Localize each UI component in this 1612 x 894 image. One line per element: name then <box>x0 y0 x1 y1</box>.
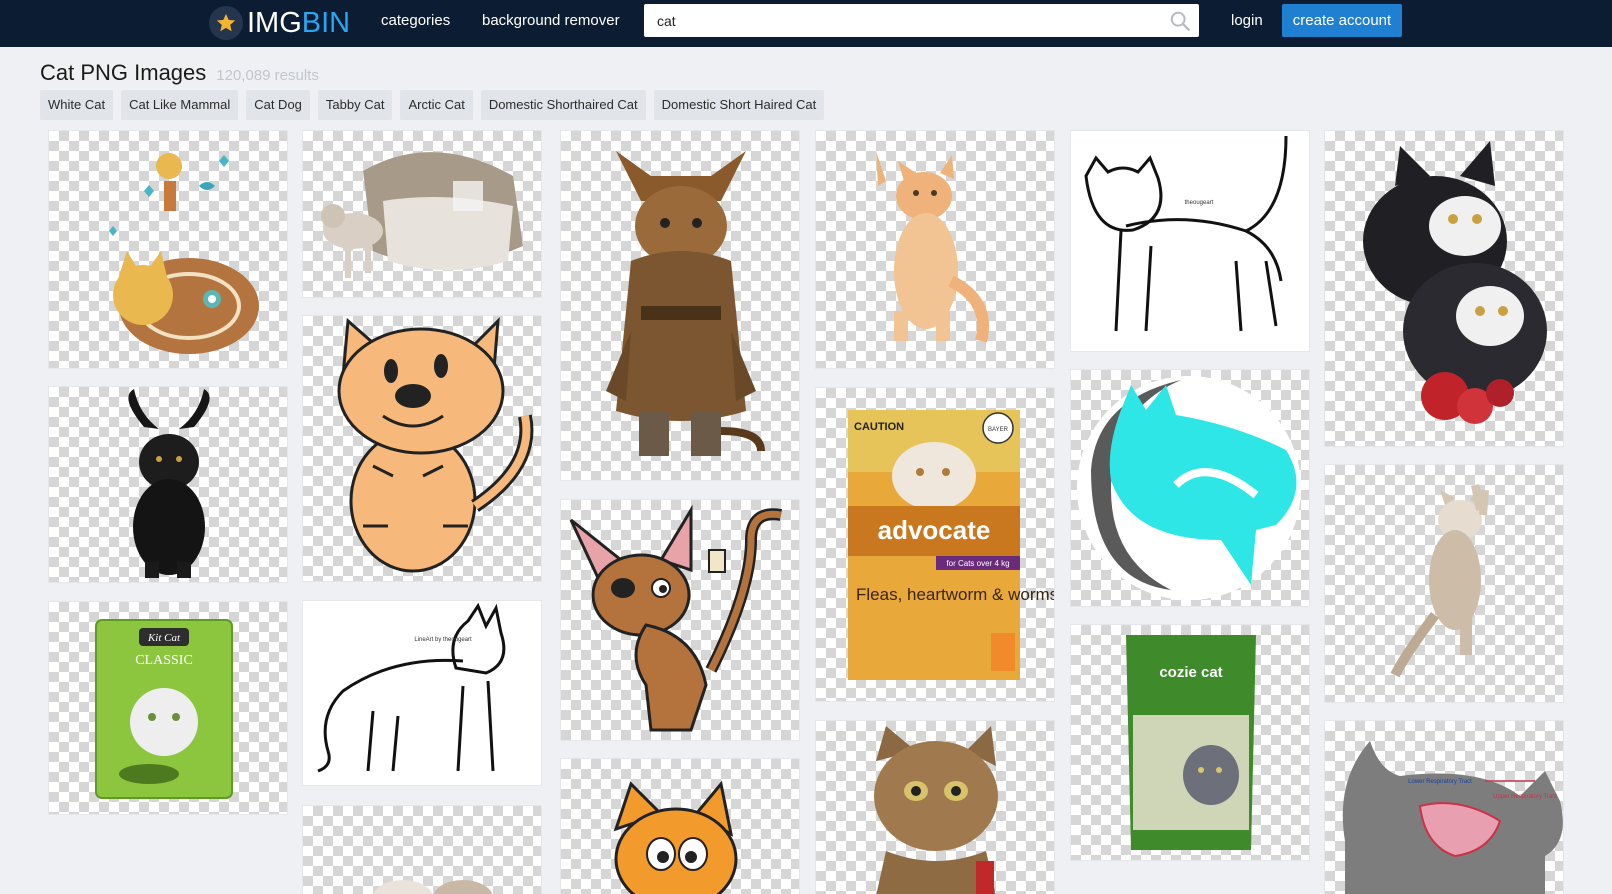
advocate-product-box: CAUTION BAYER advocate for Cats over 4 k… <box>848 410 1054 680</box>
svg-text:CLASSIC: CLASSIC <box>135 653 193 668</box>
tag-white-cat[interactable]: White Cat <box>40 90 114 120</box>
related-tags: White Cat Cat Like Mammal Cat Dog Tabby … <box>40 90 825 120</box>
climbing-kitten-photo <box>1390 484 1489 678</box>
cat-respiratory-anatomy-diagram: Lower Respiratory Tract Upper Respirator… <box>1342 741 1563 894</box>
orange-cartoon-cat-drawing <box>613 780 738 894</box>
svg-text:BAYER: BAYER <box>988 427 1009 433</box>
kittens-partial-photo <box>373 880 493 894</box>
login-link[interactable]: login <box>1231 12 1263 29</box>
coziecat-litter-bag: cozie cat <box>1126 635 1256 850</box>
image-tile-kitcat-litter[interactable]: Kit Cat CLASSIC <box>49 602 287 814</box>
image-tile-cyan-cat-logo[interactable] <box>1071 370 1309 606</box>
svg-text:theougeart: theougeart <box>1185 200 1214 206</box>
svg-text:Kit Cat: Kit Cat <box>147 632 181 644</box>
image-tile-black-white-kittens[interactable] <box>1325 131 1563 446</box>
image-tile-cartoon-tabby[interactable] <box>303 316 541 581</box>
image-tile-cat-respiratory-anatomy[interactable]: Lower Respiratory Tract Upper Respirator… <box>1325 721 1563 894</box>
image-tile-orange-cartoon-cat[interactable] <box>561 759 799 894</box>
image-tile-cat-litter-box[interactable] <box>303 131 541 297</box>
top-navigation-bar: IMGBIN categories background remover log… <box>0 0 1612 47</box>
image-tile-decorative-cat[interactable] <box>49 131 287 368</box>
tag-tabby-cat[interactable]: Tabby Cat <box>317 90 393 120</box>
search-input[interactable] <box>644 4 1167 37</box>
kitcat-litter-package: Kit Cat CLASSIC <box>95 619 233 799</box>
image-tile-white-cat-lineart[interactable]: LineArt by theougeart <box>303 601 541 785</box>
image-tile-climbing-kitten[interactable] <box>1325 465 1563 702</box>
white-cat-lineart: LineArt by theougeart <box>317 602 506 773</box>
image-tile-kittens-partial[interactable] <box>303 806 541 894</box>
create-account-button[interactable]: create account <box>1282 4 1402 37</box>
image-tile-advocate-box[interactable]: CAUTION BAYER advocate for Cats over 4 k… <box>816 388 1054 701</box>
nav-background-remover[interactable]: background remover <box>482 12 620 29</box>
svg-text:CAUTION: CAUTION <box>854 421 904 433</box>
image-tile-grumpy-cartoon-cat[interactable] <box>561 500 799 740</box>
image-tile-coziecat-litter[interactable]: cozie cat <box>1071 625 1309 860</box>
image-tile-steampunk-cat[interactable] <box>561 131 799 480</box>
svg-text:Fleas, heartworm & worms: Fleas, heartworm & worms <box>856 585 1054 604</box>
decorative-cat-illustration <box>109 153 259 354</box>
white-cat-outline-drawing: theougeart <box>1084 135 1288 332</box>
results-heading: Cat PNG Images 120,089 results <box>40 60 319 86</box>
svg-text:cozie cat: cozie cat <box>1159 664 1222 681</box>
ginger-kitten-photo <box>876 151 989 343</box>
svg-text:for Cats over 4 kg: for Cats over 4 kg <box>946 559 1009 568</box>
search-icon[interactable] <box>1167 8 1193 34</box>
svg-text:LineArt by theougeart: LineArt by theougeart <box>414 637 472 643</box>
image-tile-thinking-tabby[interactable] <box>816 721 1054 894</box>
image-tile-black-horned-cat[interactable] <box>49 387 287 582</box>
tag-domestic-short-haired-cat[interactable]: Domestic Short Haired Cat <box>653 90 825 120</box>
black-horned-cat-photo <box>128 389 210 578</box>
nav-categories[interactable]: categories <box>381 12 450 29</box>
tag-cat-dog[interactable]: Cat Dog <box>246 90 310 120</box>
black-white-kittens-illustration <box>1363 141 1547 424</box>
search-bar <box>644 4 1199 37</box>
image-tile-white-cat-outline[interactable]: theougeart <box>1071 131 1309 351</box>
thinking-tabby-illustration <box>874 726 998 894</box>
star-logo-icon <box>209 6 243 40</box>
site-logo[interactable]: IMGBIN <box>209 3 350 43</box>
image-tile-ginger-kitten[interactable] <box>816 131 1054 368</box>
svg-text:Upper Respiratory Tract: Upper Respiratory Tract <box>1493 794 1557 800</box>
tag-domestic-shorthaired-cat[interactable]: Domestic Shorthaired Cat <box>480 90 646 120</box>
cartoon-tabby-drawing <box>337 317 534 573</box>
logo-wordmark: IMGBIN <box>247 6 351 39</box>
tag-arctic-cat[interactable]: Arctic Cat <box>400 90 473 120</box>
grumpy-cartoon-cat-drawing <box>569 504 782 732</box>
cat-litter-box-photo <box>321 152 523 278</box>
svg-text:Lower Respiratory Tract: Lower Respiratory Tract <box>1408 779 1472 785</box>
page-title: Cat PNG Images <box>40 60 207 85</box>
steampunk-cat-illustration <box>606 151 765 456</box>
svg-text:advocate: advocate <box>878 515 991 545</box>
tag-cat-like-mammal[interactable]: Cat Like Mammal <box>121 90 239 120</box>
result-count: 120,089 results <box>216 67 319 84</box>
cyan-cat-logo <box>1077 376 1301 600</box>
